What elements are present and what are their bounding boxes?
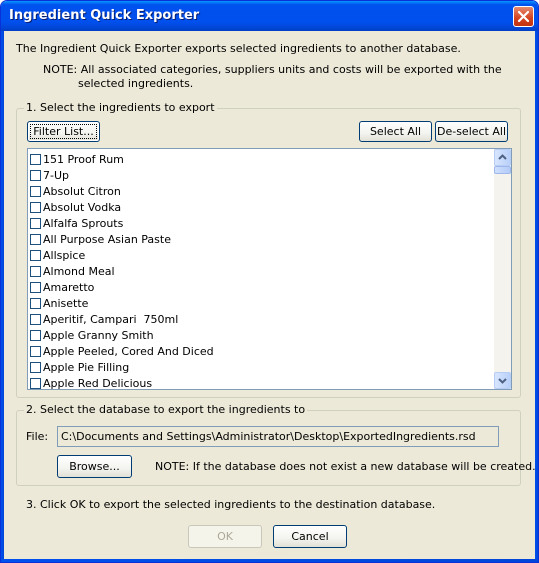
- item-checkbox[interactable]: [30, 314, 41, 325]
- item-checkbox[interactable]: [30, 202, 41, 213]
- file-path-field[interactable]: C:\Documents and Settings\Administrator\…: [57, 426, 499, 447]
- item-checkbox[interactable]: [30, 234, 41, 245]
- window-title: Ingredient Quick Exporter: [9, 8, 200, 23]
- intro-note-line2: selected ingredients.: [78, 77, 194, 90]
- browse-button[interactable]: Browse...: [57, 455, 132, 478]
- scroll-thumb[interactable]: [494, 166, 511, 174]
- item-checkbox[interactable]: [30, 378, 41, 389]
- item-checkbox[interactable]: [30, 362, 41, 373]
- file-label: File:: [26, 430, 49, 443]
- window-border-left: [1, 31, 4, 562]
- scroll-up-button[interactable]: [494, 149, 511, 166]
- item-checkbox[interactable]: [30, 170, 41, 181]
- item-checkbox[interactable]: [30, 298, 41, 309]
- window-border-bottom: [1, 559, 538, 562]
- close-button[interactable]: [513, 6, 534, 27]
- chevron-down-icon: [498, 378, 507, 384]
- intro-note-line1: NOTE: All associated categories, supplie…: [43, 63, 502, 76]
- item-checkbox[interactable]: [30, 250, 41, 261]
- database-note: NOTE: If the database does not exist a n…: [155, 460, 536, 473]
- ingredients-group-label: 1. Select the ingredients to export: [24, 101, 217, 114]
- close-icon: [518, 11, 529, 22]
- filter-list-button[interactable]: Filter List...: [27, 121, 100, 142]
- item-checkbox[interactable]: [30, 266, 41, 277]
- item-checkbox[interactable]: [30, 346, 41, 357]
- ok-button[interactable]: OK: [188, 525, 262, 548]
- cancel-button[interactable]: Cancel: [273, 525, 347, 548]
- item-checkbox[interactable]: [30, 330, 41, 341]
- database-group-label: 2. Select the database to export the ing…: [24, 403, 308, 416]
- item-checkbox[interactable]: [30, 282, 41, 293]
- deselect-all-button[interactable]: De-select All: [435, 121, 508, 142]
- title-bar[interactable]: Ingredient Quick Exporter: [1, 1, 538, 31]
- chevron-up-icon: [498, 154, 507, 160]
- scroll-down-button[interactable]: [494, 372, 511, 389]
- list-scrollbar[interactable]: [494, 149, 511, 389]
- item-checkbox[interactable]: [30, 218, 41, 229]
- step3-instruction: 3. Click OK to export the selected ingre…: [26, 498, 436, 511]
- intro-text: The Ingredient Quick Exporter exports se…: [16, 42, 461, 55]
- window-border-right: [535, 31, 538, 562]
- item-checkbox[interactable]: [30, 186, 41, 197]
- ingredients-list[interactable]: 151 Proof Rum 7-Up Absolut Citron Absolu…: [27, 148, 512, 390]
- item-checkbox[interactable]: [30, 154, 41, 165]
- select-all-button[interactable]: Select All: [359, 121, 432, 142]
